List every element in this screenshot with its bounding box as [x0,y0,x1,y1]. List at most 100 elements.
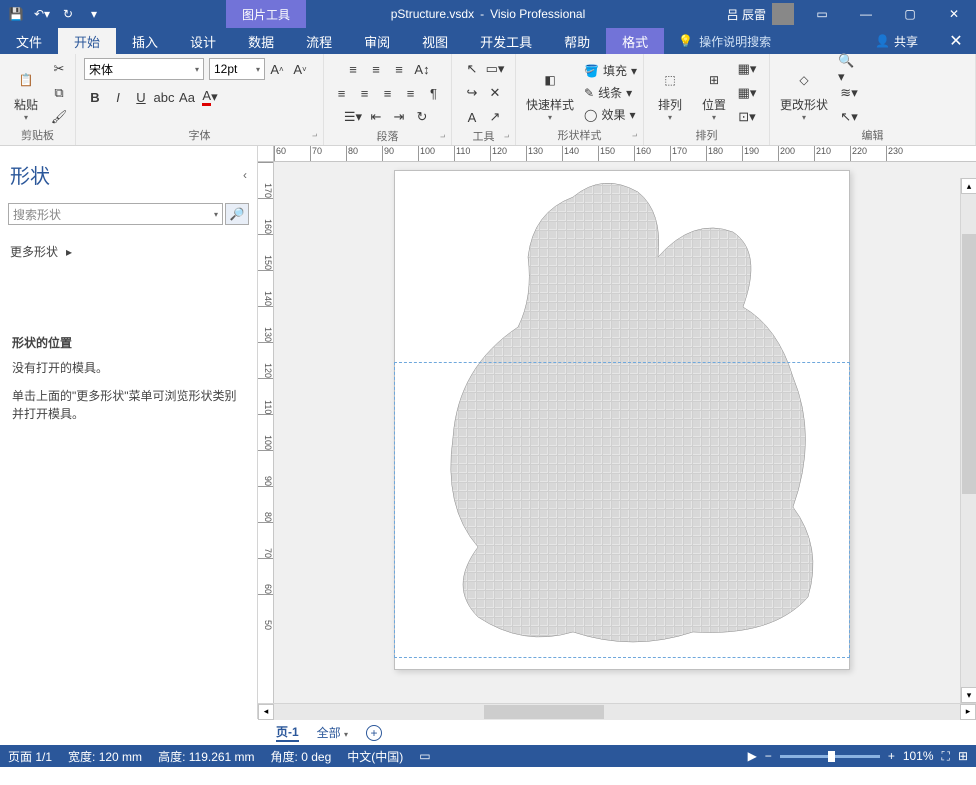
share-button[interactable]: 👤 共享 [857,33,936,50]
undo-icon[interactable]: ↶▾ [30,2,54,26]
macro-recording-icon[interactable]: ▭ [419,749,430,763]
copy-icon[interactable]: ⧉ [48,82,70,104]
connection-point-icon[interactable]: ✕ [484,82,506,104]
bold-button[interactable]: B [84,86,106,108]
tab-home[interactable]: 开始 [58,28,116,54]
zoom-in-button[interactable]: + [888,749,895,763]
line-tool-icon[interactable]: ↗ [484,106,506,128]
scroll-right-icon[interactable]: ▸ [960,704,976,720]
page-tab-1[interactable]: 页-1 [276,723,299,742]
scroll-left-icon[interactable]: ◂ [258,704,274,720]
align-bottom-icon[interactable]: ≡ [388,58,410,80]
align-top-icon[interactable]: ≡ [342,58,364,80]
position-button[interactable]: ⊞位置▾ [692,62,736,124]
rotate-text-icon[interactable]: ↻ [411,106,433,128]
line-button[interactable]: ✎线条▾ [584,83,637,103]
align-right-icon[interactable]: ≡ [377,82,399,104]
tab-view[interactable]: 视图 [406,28,464,54]
paste-button[interactable]: 📋 粘贴 ▾ [4,62,48,124]
select-icon[interactable]: ↖▾ [838,106,860,128]
zoom-slider[interactable] [780,755,880,758]
minimize-icon[interactable]: — [844,0,888,28]
font-size-selector[interactable]: 12pt▾ [209,58,265,80]
connector-tool-icon[interactable]: ↪ [461,82,483,104]
scroll-down-icon[interactable]: ▾ [961,687,976,703]
tab-process[interactable]: 流程 [290,28,348,54]
tab-design[interactable]: 设计 [174,28,232,54]
scroll-up-icon[interactable]: ▴ [961,178,976,194]
font-color-button[interactable]: A▾ [199,86,221,108]
align-center-icon[interactable]: ≡ [354,82,376,104]
zoom-level[interactable]: 101% [903,749,934,763]
page-indicator[interactable]: 页面 1/1 [8,748,52,765]
shapes-search-input[interactable]: 搜索形状 ▾ [8,203,223,225]
tab-file[interactable]: 文件 [0,28,58,54]
collapse-pane-icon[interactable]: ‹ [243,168,247,182]
justify-icon[interactable]: ≡ [400,82,422,104]
align-left-icon[interactable]: ≡ [331,82,353,104]
hscroll-thumb[interactable] [484,705,604,719]
maximize-icon[interactable]: ▢ [888,0,932,28]
drawing-viewport[interactable]: ▴ ▾ [274,162,976,703]
drawing-page[interactable] [394,170,850,670]
vertical-scrollbar[interactable]: ▴ ▾ [960,178,976,703]
presentation-mode-icon[interactable]: ▶ [748,749,757,763]
zoom-out-button[interactable]: − [765,749,772,763]
group-arrange: ⬚排列▾ ⊞位置▾ ▦▾ ▦▾ ⊡▾ 排列 [644,54,770,145]
quick-styles-button[interactable]: ◧ 快速样式▾ [520,62,580,124]
arrange-button[interactable]: ⬚排列▾ [648,62,692,124]
text-direction-icon[interactable]: A↕ [411,58,433,80]
cut-icon[interactable]: ✂ [48,58,70,80]
shrink-font-icon[interactable]: A˅ [289,58,311,80]
user-avatar[interactable] [772,3,794,25]
italic-button[interactable]: I [107,86,129,108]
collapse-ribbon-icon[interactable]: ✕ [936,31,976,51]
effects-button[interactable]: ◯效果▾ [584,105,637,125]
horizontal-scrollbar[interactable]: ◂ ▸ [258,703,976,719]
tab-insert[interactable]: 插入 [116,28,174,54]
find-icon[interactable]: 🔍▾ [838,58,860,80]
underline-button[interactable]: U [130,86,152,108]
fill-button[interactable]: 🪣填充▾ [584,61,637,81]
send-back-icon[interactable]: ▦▾ [736,82,758,104]
tab-review[interactable]: 审阅 [348,28,406,54]
text-block-icon[interactable]: ¶ [423,82,445,104]
search-button[interactable]: 🔎 [225,203,249,225]
bullets-icon[interactable]: ☰▾ [342,106,364,128]
increase-indent-icon[interactable]: ⇥ [388,106,410,128]
close-icon[interactable]: ✕ [932,0,976,28]
ribbon-display-options-icon[interactable]: ▭ [800,0,844,28]
tell-me-search[interactable]: 💡 操作说明搜索 [664,33,771,50]
pan-zoom-window-icon[interactable]: ⊞ [958,749,968,763]
fit-page-icon[interactable]: ⛶ [942,749,950,764]
tab-help[interactable]: 帮助 [548,28,606,54]
tab-data[interactable]: 数据 [232,28,290,54]
user-name[interactable]: 吕 辰雷 [727,6,766,23]
all-pages-dropdown[interactable]: 全部 ▾ [317,724,348,741]
change-shape-button[interactable]: ◇更改形状▾ [774,62,834,124]
redo-icon[interactable]: ↻ [56,2,80,26]
text-tool-icon[interactable]: A [461,106,483,128]
decrease-indent-icon[interactable]: ⇤ [365,106,387,128]
voxel-bunny-image[interactable] [423,177,833,647]
save-icon[interactable]: 💾 [4,2,28,26]
search-dropdown-icon[interactable]: ▾ [214,210,218,219]
change-case-button[interactable]: Aa [176,86,198,108]
grow-font-icon[interactable]: A˄ [266,58,288,80]
vscroll-thumb[interactable] [962,234,976,494]
font-name-selector[interactable]: 宋体▾ [84,58,204,80]
pointer-tool-icon[interactable]: ↖ [461,58,483,80]
align-middle-icon[interactable]: ≡ [365,58,387,80]
tab-format[interactable]: 格式 [606,28,664,54]
format-painter-icon[interactable]: 🖌 [48,106,70,128]
language-indicator[interactable]: 中文(中国) [347,748,403,765]
group-icon[interactable]: ⊡▾ [736,106,758,128]
tab-developer[interactable]: 开发工具 [464,28,548,54]
layers-icon[interactable]: ≋▾ [838,82,860,104]
rectangle-tool-icon[interactable]: ▭▾ [484,58,506,80]
more-shapes-menu[interactable]: 更多形状▸ [0,229,257,274]
strikethrough-button[interactable]: abc [153,86,175,108]
add-page-button[interactable]: + [366,725,382,741]
bring-front-icon[interactable]: ▦▾ [736,58,758,80]
qat-more-icon[interactable]: ▾ [82,2,106,26]
